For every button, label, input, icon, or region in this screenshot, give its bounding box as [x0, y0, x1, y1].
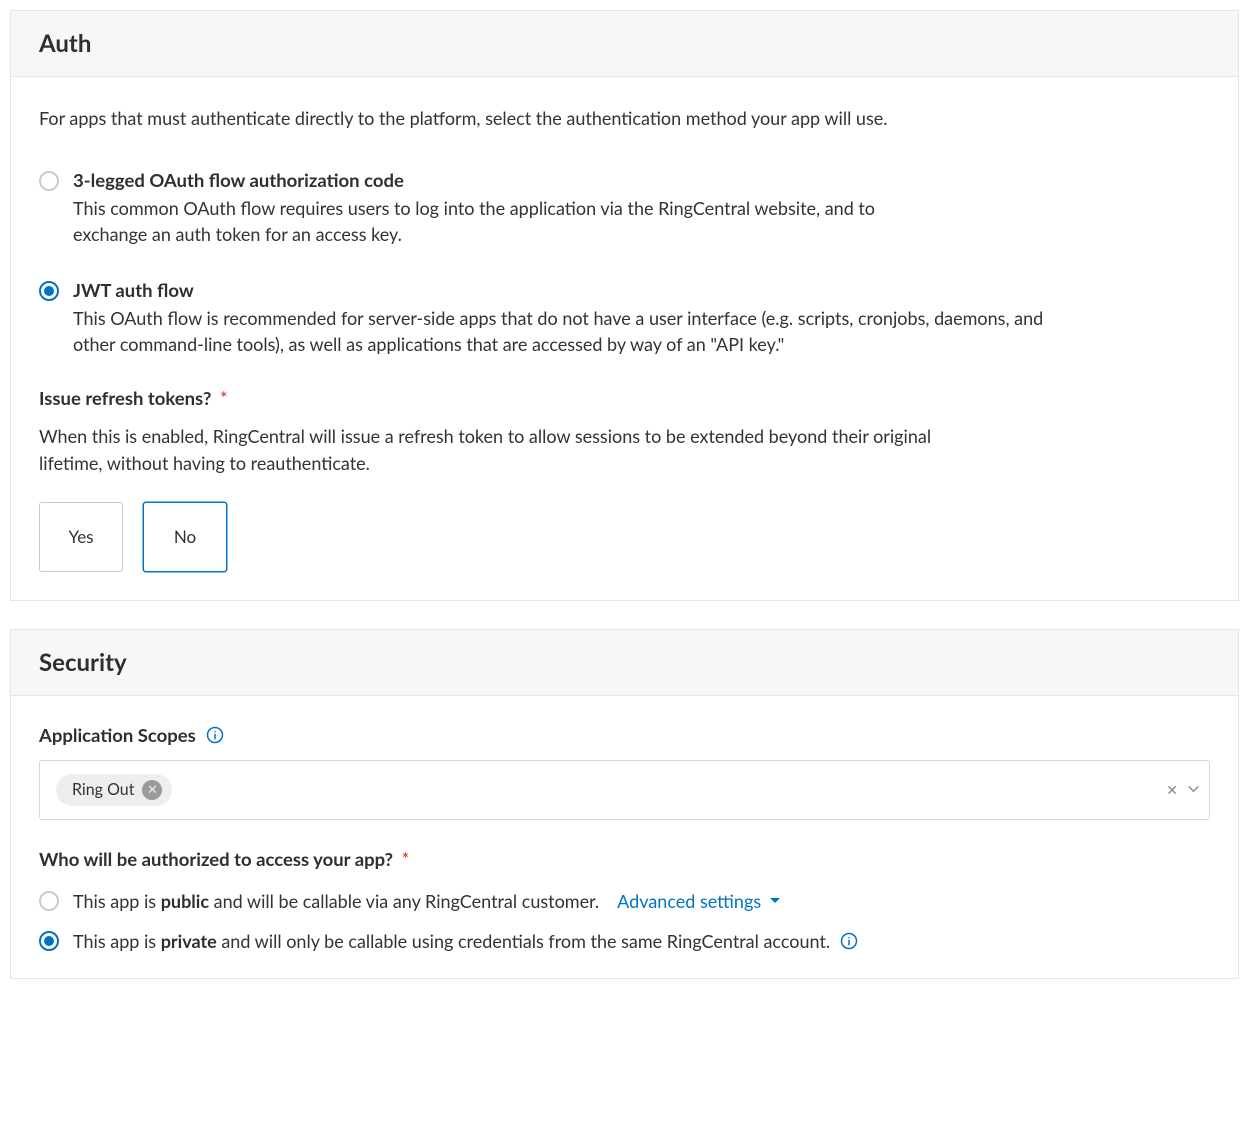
- auth-option-3legged-title: 3-legged OAuth flow authorization code: [73, 169, 1210, 191]
- access-option-private[interactable]: This app is private and will only be cal…: [39, 928, 1210, 954]
- access-option-public-suffix: and will be callable via any RingCentral…: [209, 890, 599, 912]
- radio-checked-icon[interactable]: [39, 931, 59, 951]
- auth-option-jwt-title: JWT auth flow: [73, 279, 1210, 301]
- auth-panel: Auth For apps that must authenticate dir…: [10, 10, 1239, 601]
- close-icon[interactable]: ✕: [142, 780, 162, 800]
- refresh-tokens-yes-button[interactable]: Yes: [39, 502, 123, 572]
- required-star-icon: *: [220, 387, 228, 409]
- auth-option-3legged-content: 3-legged OAuth flow authorization code T…: [73, 169, 1210, 247]
- auth-option-jwt-desc: This OAuth flow is recommended for serve…: [73, 305, 1053, 357]
- scope-tag-ringout: Ring Out ✕: [56, 774, 172, 806]
- access-option-public-strong: public: [161, 890, 209, 912]
- radio-unchecked-icon[interactable]: [39, 171, 59, 191]
- clear-all-icon[interactable]: ✕: [1166, 781, 1178, 799]
- auth-intro-text: For apps that must authenticate directly…: [39, 105, 1210, 131]
- refresh-tokens-toggle-group: Yes No: [39, 502, 1210, 572]
- access-authorization-question: Who will be authorized to access your ap…: [39, 848, 1210, 870]
- auth-option-jwt[interactable]: JWT auth flow This OAuth flow is recomme…: [39, 279, 1210, 357]
- auth-option-3legged-desc: This common OAuth flow requires users to…: [73, 195, 943, 247]
- chevron-down-icon[interactable]: [1188, 786, 1199, 793]
- application-scopes-label: Application Scopes: [39, 724, 196, 746]
- advanced-settings-label: Advanced settings: [617, 890, 761, 912]
- access-option-private-suffix: and will only be callable using credenti…: [217, 930, 830, 952]
- required-star-icon: *: [402, 848, 410, 870]
- info-icon[interactable]: [206, 726, 224, 744]
- access-option-public[interactable]: This app is public and will be callable …: [39, 888, 1210, 914]
- application-scopes-multiselect[interactable]: Ring Out ✕ ✕: [39, 760, 1210, 820]
- access-option-private-text: This app is private and will only be cal…: [73, 928, 830, 954]
- multiselect-controls: ✕: [1166, 781, 1199, 799]
- info-icon[interactable]: [840, 932, 858, 950]
- auth-method-radio-group: 3-legged OAuth flow authorization code T…: [39, 169, 1210, 357]
- refresh-tokens-question: Issue refresh tokens? *: [39, 387, 1210, 409]
- security-panel: Security Application Scopes Ring Out ✕ ✕: [10, 629, 1239, 979]
- refresh-tokens-label: Issue refresh tokens?: [39, 387, 211, 409]
- advanced-settings-link[interactable]: Advanced settings: [617, 890, 781, 912]
- auth-option-3legged[interactable]: 3-legged OAuth flow authorization code T…: [39, 169, 1210, 247]
- radio-unchecked-icon[interactable]: [39, 891, 59, 911]
- auth-heading: Auth: [39, 29, 1210, 58]
- access-option-private-prefix: This app is: [73, 930, 161, 952]
- refresh-tokens-desc: When this is enabled, RingCentral will i…: [39, 423, 989, 475]
- access-authorization-label: Who will be authorized to access your ap…: [39, 848, 393, 870]
- radio-checked-icon[interactable]: [39, 281, 59, 301]
- refresh-tokens-no-button[interactable]: No: [143, 502, 227, 572]
- auth-header: Auth: [11, 11, 1238, 77]
- application-scopes-label-row: Application Scopes: [39, 724, 1210, 746]
- scope-tag-label: Ring Out: [72, 780, 134, 799]
- auth-body: For apps that must authenticate directly…: [11, 77, 1238, 600]
- access-option-public-prefix: This app is: [73, 890, 161, 912]
- security-heading: Security: [39, 648, 1210, 677]
- security-body: Application Scopes Ring Out ✕ ✕: [11, 696, 1238, 978]
- auth-option-jwt-content: JWT auth flow This OAuth flow is recomme…: [73, 279, 1210, 357]
- security-header: Security: [11, 630, 1238, 696]
- access-option-public-text: This app is public and will be callable …: [73, 888, 599, 914]
- access-option-private-strong: private: [161, 930, 217, 952]
